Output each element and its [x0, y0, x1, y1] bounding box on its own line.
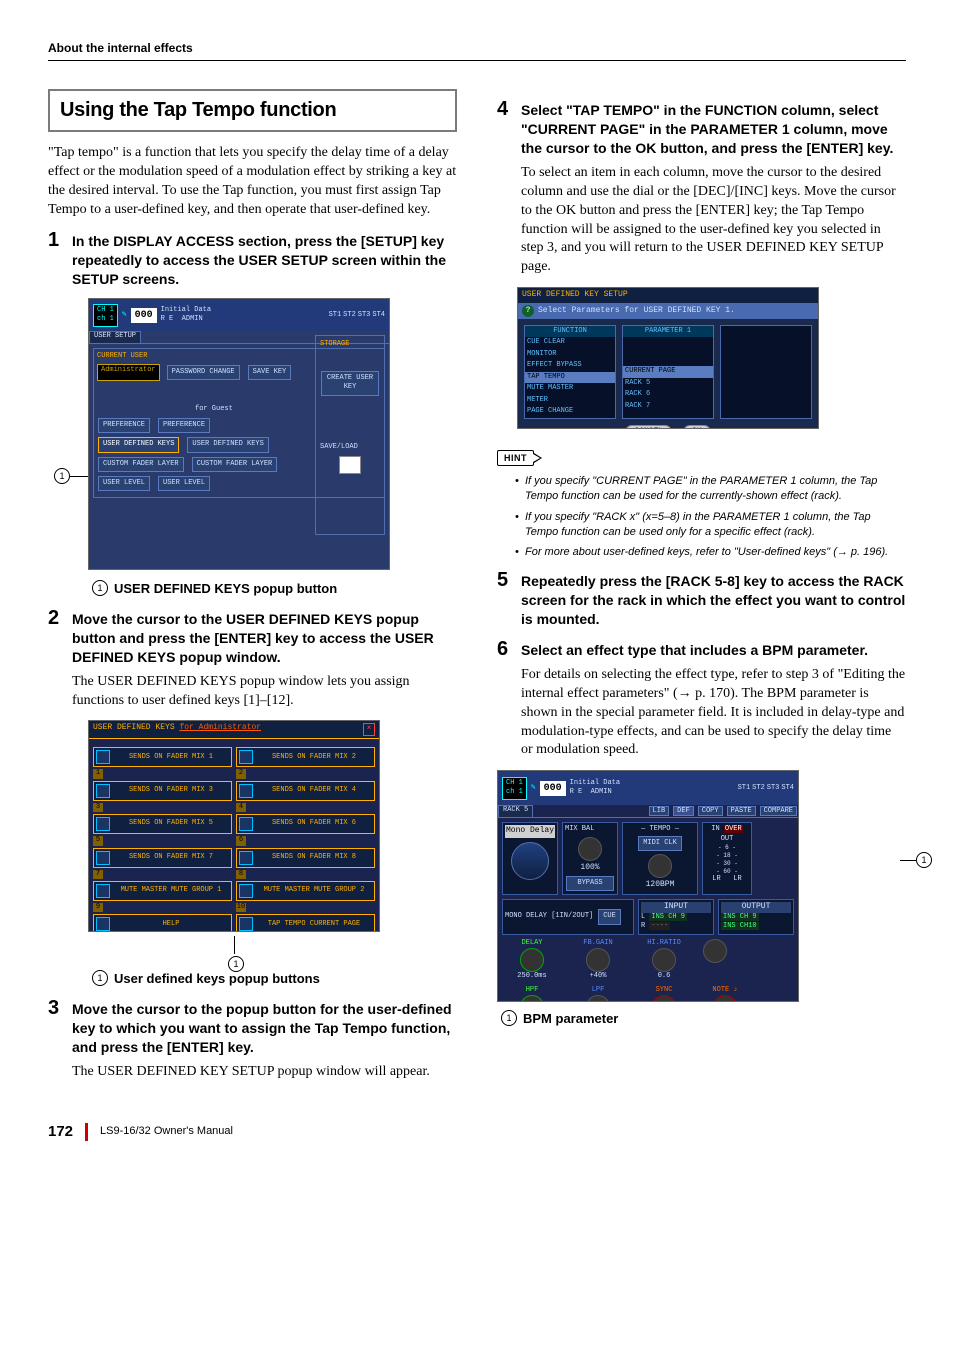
step-4-text: Select "TAP TEMPO" in the FUNCTION colum… — [521, 101, 906, 158]
callout-3-num: 1 — [501, 1010, 517, 1026]
step-2-num: 2 — [48, 608, 64, 628]
bypass-button[interactable]: BYPASS — [566, 876, 614, 891]
cancel-button[interactable]: CANCEL — [625, 425, 672, 430]
right-column: 4 Select "TAP TEMPO" in the FUNCTION col… — [497, 89, 906, 1091]
screenshot-udk-popup: USER DEFINED KEYS for Administrator × SE… — [88, 720, 380, 932]
hint-list: If you specify "CURRENT PAGE" in the PAR… — [515, 474, 906, 560]
screenshot-rack-effect: CH 1ch 1 ✎ 000 Initial DataR E ADMIN ST1… — [497, 770, 799, 1002]
udk-12-tap-tempo[interactable]: TAP TEMPO CURRENT PAGE — [236, 914, 375, 932]
preference-button[interactable]: PREFERENCE — [98, 418, 150, 433]
step-6: 6 Select an effect type that includes a … — [497, 639, 906, 660]
user-defined-keys-button[interactable]: USER DEFINED KEYS — [98, 437, 179, 452]
hint-block: HINT If you specify "CURRENT PAGE" in th… — [497, 449, 906, 560]
step-1-text: In the DISPLAY ACCESS section, press the… — [72, 232, 457, 289]
step-6-body: For details on selecting the effect type… — [521, 666, 906, 760]
step-5-text: Repeatedly press the [RACK 5-8] key to a… — [521, 572, 906, 629]
user-level-button[interactable]: USER LEVEL — [98, 476, 150, 491]
step-3-text: Move the cursor to the popup button for … — [72, 1000, 457, 1057]
hint-tag: HINT — [497, 450, 534, 466]
udk-2[interactable]: SENDS ON FADER MIX 2 — [236, 747, 375, 767]
function-list[interactable]: FUNCTION CUE CLEAR MONITOR EFFECT BYPASS… — [524, 325, 616, 419]
callout-marker-right: 1 — [916, 852, 932, 868]
footer-book: LS9-16/32 Owner's Manual — [100, 1124, 233, 1139]
title-box: Using the Tap Tempo function — [48, 89, 457, 132]
screenshot-user-setup: CH 1ch 1 ✎ 000 Initial DataR E ADMIN ST1… — [88, 298, 390, 570]
hint-item-3: For more about user-defined keys, refer … — [515, 545, 906, 560]
intro-paragraph: "Tap tempo" is a function that lets you … — [48, 144, 457, 220]
footer-bar-icon — [85, 1123, 88, 1141]
header-section: About the internal effects — [48, 40, 906, 61]
udk-1[interactable]: SENDS ON FADER MIX 1 — [93, 747, 232, 767]
create-user-key-button[interactable]: CREATE USER KEY — [321, 371, 379, 396]
effect-type-icon[interactable] — [511, 842, 549, 880]
footer: 172 LS9-16/32 Owner's Manual — [48, 1122, 906, 1142]
callout-3: 1 BPM parameter — [501, 1010, 906, 1028]
save-load-icon[interactable] — [339, 456, 361, 474]
screenshot-udk-setup: USER DEFINED KEY SETUP ? Select Paramete… — [517, 287, 819, 429]
step-5: 5 Repeatedly press the [RACK 5-8] key to… — [497, 570, 906, 629]
callout-marker-left: 1 — [54, 468, 70, 484]
midi-clk-button[interactable]: MIDI CLK — [638, 836, 682, 851]
password-change-button[interactable]: PASSWORD CHANGE — [167, 365, 240, 380]
help-icon: ? — [522, 305, 534, 317]
left-column: Using the Tap Tempo function "Tap tempo"… — [48, 89, 457, 1091]
callout-1-label: USER DEFINED KEYS popup button — [114, 580, 337, 598]
page-title: Using the Tap Tempo function — [50, 91, 455, 130]
step-5-num: 5 — [497, 570, 513, 590]
page-number: 172 — [48, 1122, 73, 1142]
bpm-value: 120BPM — [625, 880, 695, 891]
mixbal-knob[interactable] — [578, 837, 602, 861]
callout-1-num: 1 — [92, 580, 108, 596]
step-2-body: The USER DEFINED KEYS popup window lets … — [72, 673, 457, 711]
hint-item-1: If you specify "CURRENT PAGE" in the PAR… — [515, 474, 906, 504]
cue-button[interactable]: CUE — [598, 909, 621, 924]
step-6-text: Select an effect type that includes a BP… — [521, 641, 868, 660]
step-2: 2 Move the cursor to the USER DEFINED KE… — [48, 608, 457, 667]
step-4-body: To select an item in each column, move t… — [521, 164, 906, 277]
ok-button[interactable]: OK — [683, 425, 711, 430]
save-key-button[interactable]: SAVE KEY — [248, 365, 292, 380]
bpm-knob[interactable] — [648, 854, 672, 878]
parameter1-list[interactable]: PARAMETER 1 CURRENT PAGE RACK 5 RACK 6 R… — [622, 325, 714, 419]
step-1-num: 1 — [48, 230, 64, 250]
callout-3-label: BPM parameter — [523, 1010, 618, 1028]
step-3-num: 3 — [48, 998, 64, 1018]
custom-fader-layer-button[interactable]: CUSTOM FADER LAYER — [98, 457, 184, 472]
hint-item-2: If you specify "RACK x" (x=5–8) in the P… — [515, 510, 906, 540]
step-3-body: The USER DEFINED KEY SETUP popup window … — [72, 1063, 457, 1082]
callout-2-num: 1 — [92, 970, 108, 986]
close-icon[interactable]: × — [363, 723, 375, 736]
step-4-num: 4 — [497, 99, 513, 119]
step-4: 4 Select "TAP TEMPO" in the FUNCTION col… — [497, 99, 906, 158]
administrator-button[interactable]: Administrator — [97, 364, 160, 381]
step-6-num: 6 — [497, 639, 513, 659]
callout-2-label: User defined keys popup buttons — [114, 970, 320, 988]
step-2-text: Move the cursor to the USER DEFINED KEYS… — [72, 610, 457, 667]
callout-1: 1 USER DEFINED KEYS popup button — [92, 580, 457, 598]
step-1: 1 In the DISPLAY ACCESS section, press t… — [48, 230, 457, 289]
callout-2: 1 User defined keys popup buttons — [92, 970, 457, 988]
step-3: 3 Move the cursor to the popup button fo… — [48, 998, 457, 1057]
content-columns: Using the Tap Tempo function "Tap tempo"… — [48, 89, 906, 1091]
